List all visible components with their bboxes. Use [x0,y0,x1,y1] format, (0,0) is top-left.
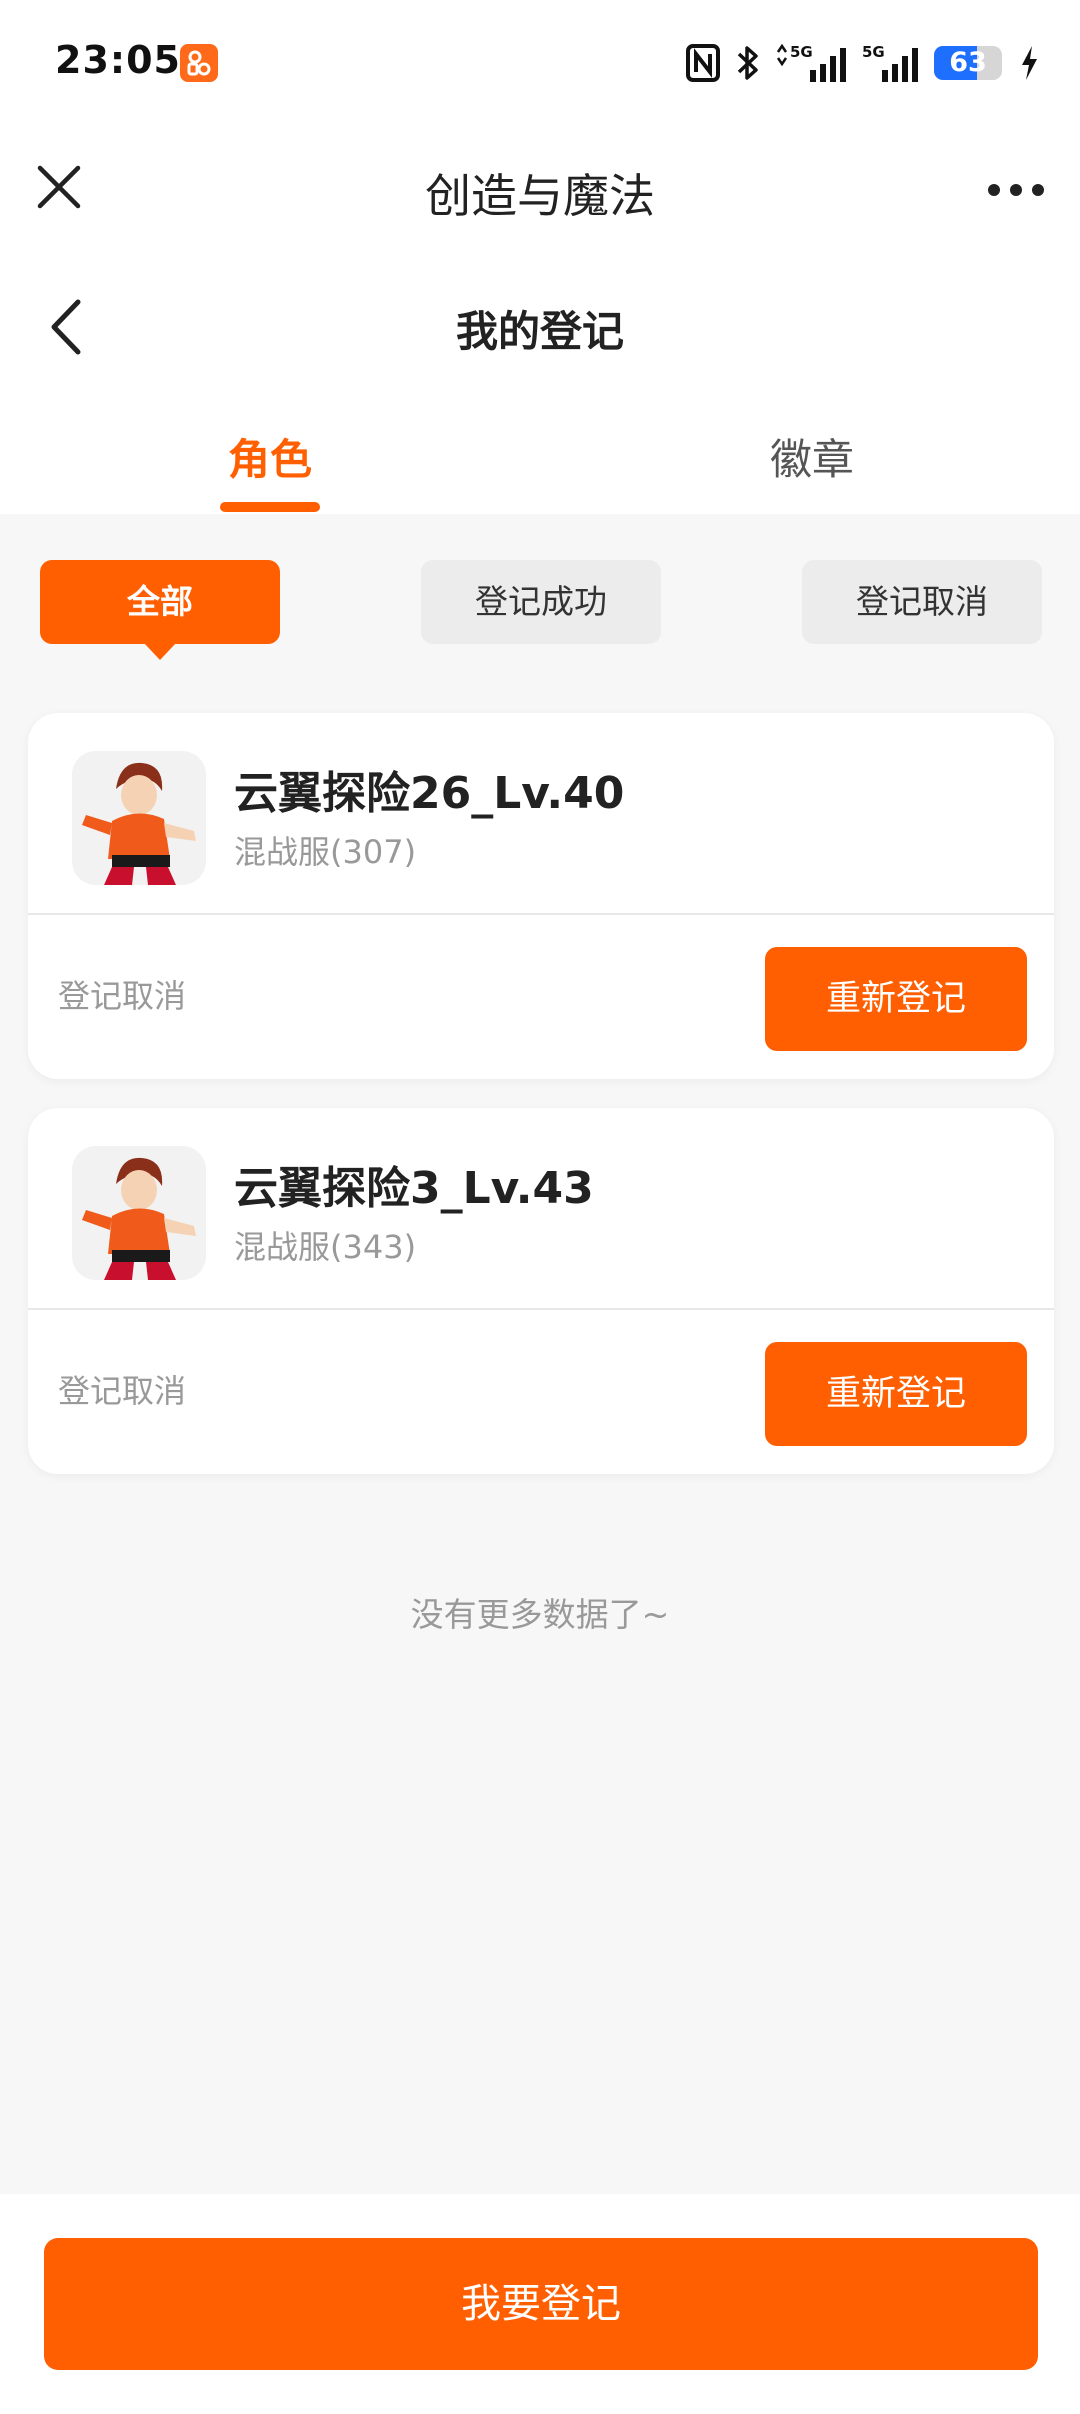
more-button[interactable] [984,160,1048,220]
re-register-button[interactable]: 重新登记 [765,947,1027,1051]
battery-icon: 63 [934,46,1002,80]
status-bar: 23:05 5G 5G 63 [0,0,1080,130]
app-title: 创造与魔法 [425,169,655,223]
page-header: 我的登记 [0,270,1080,380]
character-server: 混战服(343) [234,1228,417,1266]
registration-status: 登记取消 [58,977,187,1015]
bluetooth-icon [737,46,758,80]
tab-characters[interactable]: 角色 [120,426,420,487]
no-more-data-text: 没有更多数据了~ [410,1595,670,1634]
registration-status: 登记取消 [58,1372,187,1410]
filter-bar: 全部 登记成功 登记取消 [0,560,1080,670]
tab-badges[interactable]: 徽章 [662,426,962,487]
battery-level: 63 [949,47,987,78]
app-notification-icon [180,44,218,82]
character-avatar [72,751,206,885]
registration-card: 云翼探险26_Lv.40 混战服(307) 登记取消 重新登记 [28,713,1054,1079]
card-divider [28,1308,1054,1310]
character-avatar [72,1146,206,1280]
charging-icon [1022,46,1037,80]
card-divider [28,913,1054,915]
filter-success[interactable]: 登记成功 [421,560,661,644]
character-server: 混战服(307) [234,833,417,871]
register-button[interactable]: 我要登记 [44,2238,1038,2370]
network-2-label: 5G [862,43,885,61]
filter-cancelled[interactable]: 登记取消 [802,560,1042,644]
filter-all[interactable]: 全部 [40,560,280,660]
tab-bar: 角色 徽章 [0,400,1080,514]
nfc-icon [686,44,720,82]
status-time: 23:05 [55,38,181,82]
signal-5g-icon-2: 5G [862,43,918,82]
page-title: 我的登记 [455,307,624,356]
network-1-label: 5G [790,43,813,61]
more-icon [988,184,1044,196]
signal-5g-icon: 5G [776,43,846,82]
app-header: 创造与魔法 [0,130,1080,250]
character-name: 云翼探险3_Lv.43 [234,1163,594,1214]
active-tab-indicator [220,502,320,512]
registration-card: 云翼探险3_Lv.43 混战服(343) 登记取消 重新登记 [28,1108,1054,1474]
bottom-bar: 我要登记 [0,2194,1080,2414]
character-name: 云翼探险26_Lv.40 [234,768,625,819]
re-register-button[interactable]: 重新登记 [765,1342,1027,1446]
